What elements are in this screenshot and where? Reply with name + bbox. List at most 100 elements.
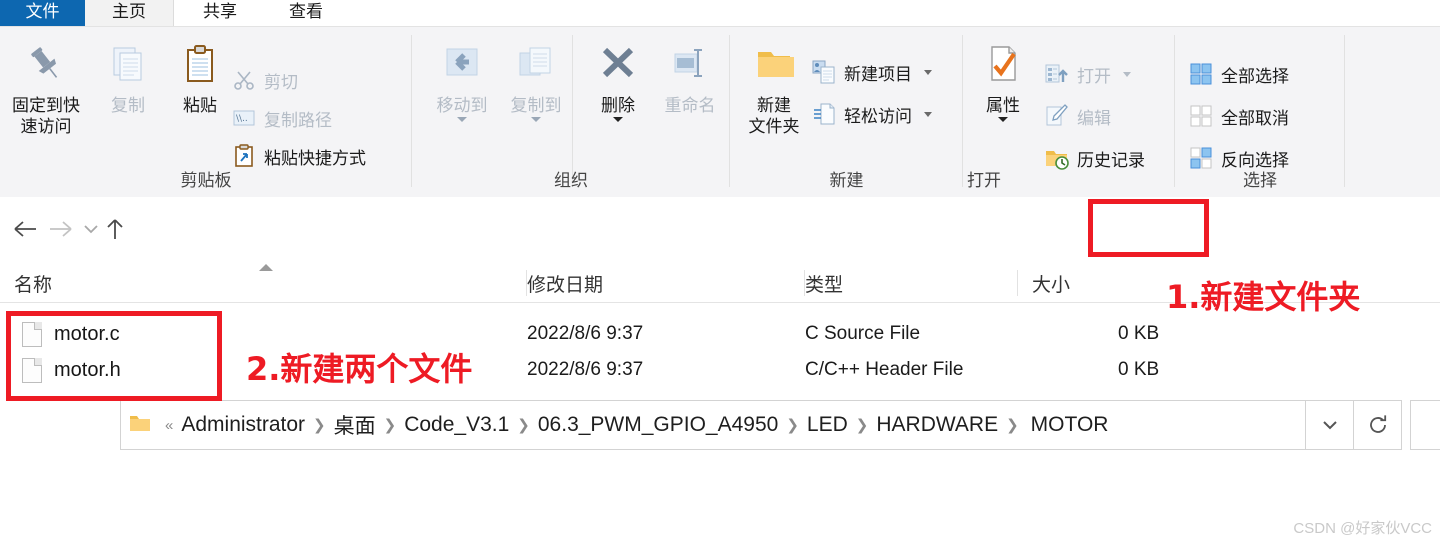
- file-name-label: motor.c: [54, 322, 120, 345]
- column-header-date-modified[interactable]: 修改日期: [527, 264, 805, 302]
- open-button[interactable]: 打开: [1045, 59, 1131, 89]
- new-folder-icon: [736, 33, 812, 95]
- chevron-down-icon[interactable]: [924, 69, 932, 75]
- copy-to-label: 复制到: [510, 96, 562, 115]
- properties-icon: [965, 33, 1041, 95]
- forward-button[interactable]: [46, 213, 76, 245]
- ribbon-group-new: 新建 文件夹 新建项目 轻松访问 新建: [730, 27, 963, 197]
- chevron-down-icon: [84, 225, 98, 234]
- arrow-up-icon: [107, 219, 123, 239]
- column-divider[interactable]: [1017, 270, 1018, 296]
- ribbon-group-organize-label: 组织: [554, 171, 588, 190]
- file-list: motor.c 2022/8/6 9:37 C Source File 0 KB…: [0, 306, 1440, 506]
- paste-label: 粘贴: [183, 96, 217, 115]
- up-one-level-button[interactable]: [100, 213, 130, 245]
- ribbon-group-open: 属性 打开 编辑 历史记录 打开: [963, 27, 1175, 197]
- ribbon-group-select-label: 选择: [1243, 171, 1277, 190]
- address-bar-row: « Administrator ❯ 桌面 ❯ Code_V3.1 ❯ 06.3_…: [0, 197, 1440, 450]
- ribbon-group-clipboard: 固定到快 速访问 复制 粘贴 剪切 \\.. 复制路径 粘贴快捷方式 剪贴板: [0, 27, 412, 197]
- rename-icon: [652, 33, 728, 95]
- column-header-date-modified-label: 修改日期: [527, 274, 604, 296]
- new-folder-button[interactable]: 新建 文件夹: [736, 33, 812, 137]
- table-row[interactable]: motor.c 2022/8/6 9:37 C Source File 0 KB: [0, 316, 1440, 352]
- document-icon: [22, 357, 42, 383]
- chevron-down-icon[interactable]: [924, 111, 932, 117]
- properties-button[interactable]: 属性: [965, 33, 1041, 122]
- rename-label: 重命名: [664, 96, 716, 115]
- edit-button[interactable]: 编辑: [1045, 101, 1111, 131]
- column-header-name[interactable]: 名称: [14, 264, 527, 302]
- annotation-step-2: 2.新建两个文件: [246, 350, 473, 388]
- rename-button[interactable]: 重命名: [652, 33, 728, 116]
- chevron-down-icon[interactable]: [998, 117, 1008, 122]
- paste-shortcut-icon: [232, 144, 256, 168]
- chevron-down-icon[interactable]: [457, 117, 467, 122]
- cut-button[interactable]: 剪切: [232, 65, 298, 95]
- ribbon-group-open-label: 打开: [967, 171, 1001, 190]
- select-none-icon: [1189, 104, 1213, 128]
- column-header-size-label: 大小: [1032, 274, 1071, 296]
- file-name-cell[interactable]: motor.h: [22, 352, 121, 388]
- copy-icon: [90, 33, 166, 95]
- paste-icon: [162, 33, 238, 95]
- file-name-cell[interactable]: motor.c: [22, 316, 120, 352]
- svg-text:\\..: \\..: [236, 114, 248, 124]
- arrow-right-icon: [50, 221, 72, 237]
- new-item-button[interactable]: 新建项目: [812, 57, 932, 87]
- select-none-button[interactable]: 全部取消: [1189, 101, 1289, 131]
- tab-file[interactable]: 文件: [0, 0, 85, 26]
- column-header-name-label: 名称: [14, 274, 53, 296]
- copy-label: 复制: [111, 96, 145, 115]
- table-row[interactable]: motor.h 2022/8/6 9:37 C/C++ Header File …: [0, 352, 1440, 388]
- watermark: CSDN @好家伙VCC: [1293, 520, 1432, 537]
- chevron-down-icon[interactable]: [1123, 71, 1131, 77]
- move-to-label: 移动到: [436, 96, 488, 115]
- copy-path-icon: \\..: [232, 106, 256, 130]
- annotation-step-1: 1.新建文件夹: [1166, 278, 1361, 316]
- ribbon: 固定到快 速访问 复制 粘贴 剪切 \\.. 复制路径 粘贴快捷方式 剪贴板 移…: [0, 26, 1440, 198]
- file-explorer-window: 文件 主页 共享 查看 固定到快 速访问 复制 粘贴 剪切 \\.. 复制路径 …: [0, 0, 1440, 550]
- easy-access-label: 轻松访问: [844, 106, 912, 126]
- ribbon-group-select: 全部选择 全部取消 反向选择 选择: [1175, 27, 1345, 197]
- delete-label: 删除: [601, 96, 635, 115]
- copy-to-icon: [498, 33, 574, 95]
- delete-x-icon: [580, 33, 656, 95]
- arrow-left-icon: [14, 221, 36, 237]
- new-item-label: 新建项目: [844, 64, 912, 84]
- easy-access-icon: [812, 102, 836, 126]
- ribbon-tab-strip: 文件 主页 共享 查看: [0, 0, 1440, 26]
- open-icon: [1045, 62, 1069, 86]
- open-label: 打开: [1077, 66, 1111, 86]
- copy-to-button[interactable]: 复制到: [498, 33, 574, 122]
- scissors-icon: [232, 68, 256, 92]
- select-all-icon: [1189, 62, 1213, 86]
- chevron-down-icon[interactable]: [613, 117, 623, 122]
- move-to-icon: [424, 33, 500, 95]
- copy-path-button[interactable]: \\.. 复制路径: [232, 103, 332, 133]
- move-to-button[interactable]: 移动到: [424, 33, 500, 122]
- file-size-cell: 0 KB: [1118, 359, 1160, 380]
- file-type-cell: C Source File: [805, 323, 921, 344]
- select-none-label: 全部取消: [1221, 108, 1289, 128]
- sort-ascending-icon: [259, 264, 273, 271]
- file-type-cell: C/C++ Header File: [805, 359, 964, 380]
- tab-view[interactable]: 查看: [266, 0, 346, 26]
- pin-to-quick-access-button[interactable]: 固定到快 速访问: [8, 33, 84, 137]
- easy-access-button[interactable]: 轻松访问: [812, 99, 932, 129]
- paste-shortcut-label: 粘贴快捷方式: [264, 148, 366, 168]
- new-item-icon: [812, 60, 836, 84]
- select-all-button[interactable]: 全部选择: [1189, 59, 1289, 89]
- ribbon-group-organize: 移动到 复制到 删除 重命名 组织: [412, 27, 730, 197]
- file-size-cell: 0 KB: [1118, 323, 1160, 344]
- chevron-down-icon[interactable]: [531, 117, 541, 122]
- tab-home[interactable]: 主页: [85, 0, 174, 26]
- document-icon: [22, 321, 42, 347]
- paste-button[interactable]: 粘贴: [162, 33, 238, 116]
- delete-button[interactable]: 删除: [580, 33, 656, 122]
- file-date-cell: 2022/8/6 9:37: [527, 359, 644, 380]
- copy-button[interactable]: 复制: [90, 33, 166, 116]
- back-button[interactable]: [10, 213, 40, 245]
- column-header-type[interactable]: 类型: [805, 264, 1018, 302]
- tab-share[interactable]: 共享: [180, 0, 260, 26]
- group-divider: [572, 35, 573, 187]
